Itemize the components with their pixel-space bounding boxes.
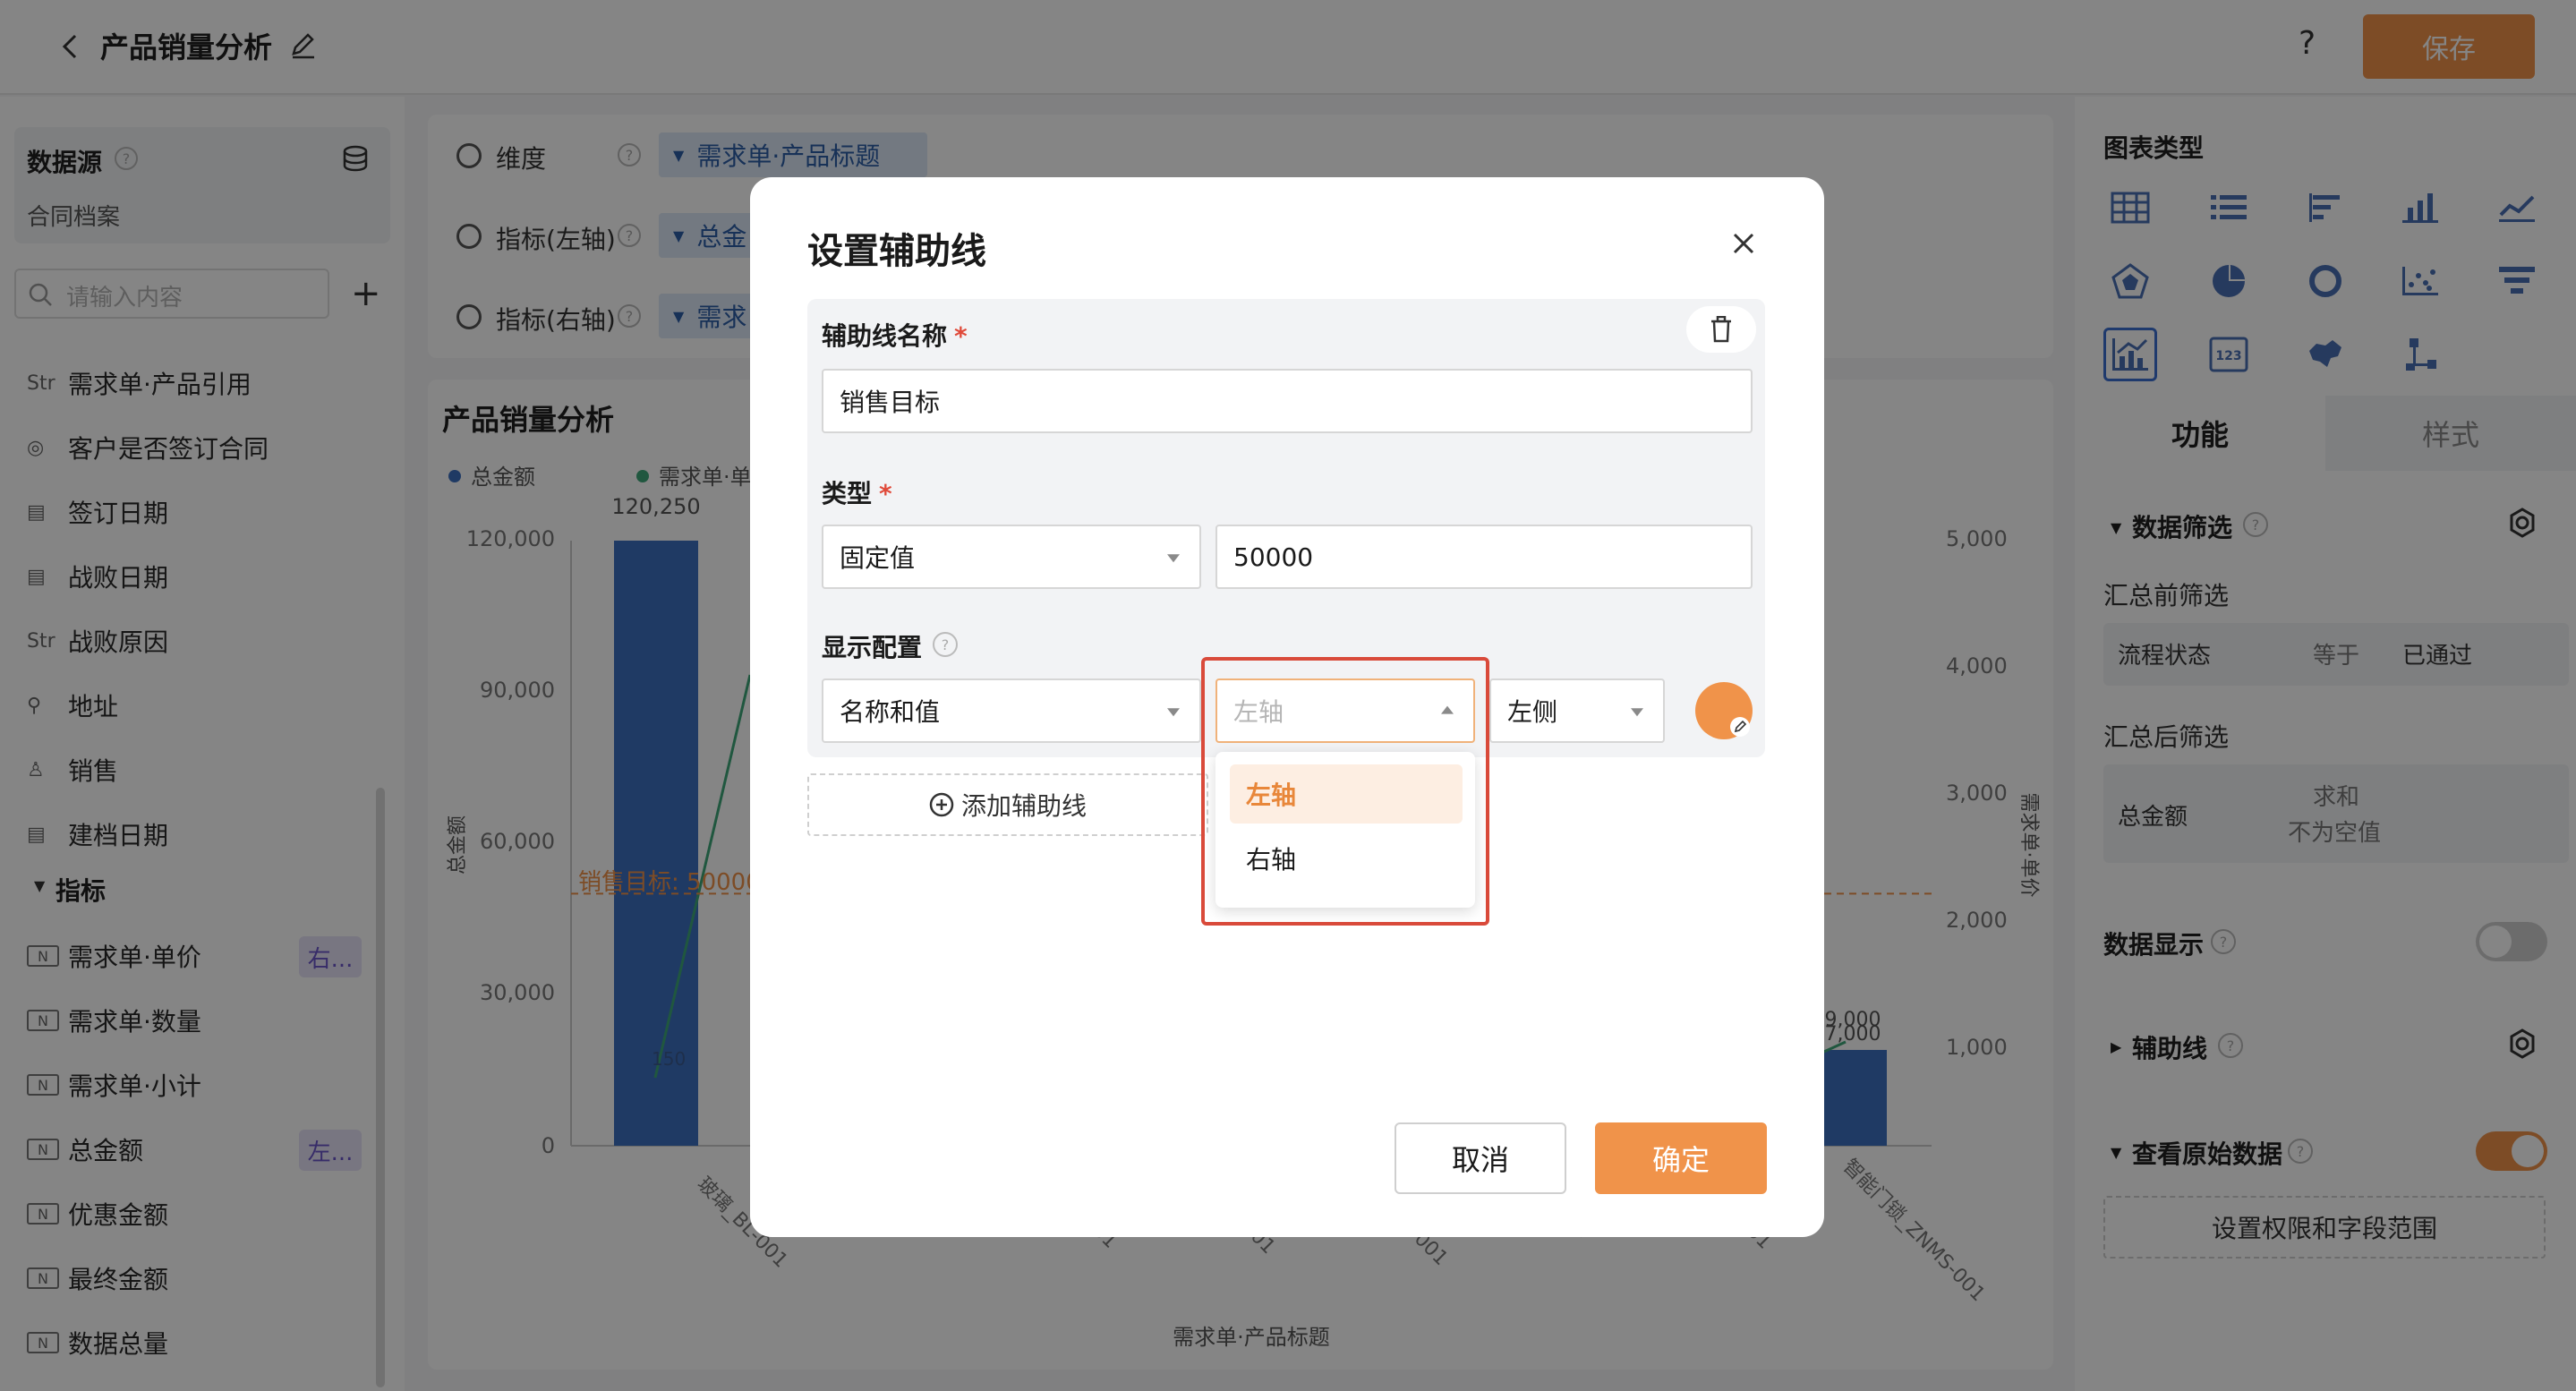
type-select[interactable]: 固定值	[822, 525, 1201, 589]
name-label-text: 辅助线名称	[822, 321, 948, 351]
required-mark: *	[954, 321, 968, 351]
cancel-button[interactable]: 取消	[1395, 1122, 1566, 1194]
name-label: 辅助线名称 *	[822, 317, 968, 353]
type-label: 类型 *	[822, 474, 892, 510]
display-select[interactable]: 名称和值	[822, 678, 1201, 743]
side-select-value: 左侧	[1507, 697, 1558, 727]
type-select-value: 固定值	[840, 543, 916, 573]
plus-circle-icon	[929, 792, 954, 817]
delete-button[interactable]	[1686, 306, 1756, 353]
confirm-button[interactable]: 确定	[1595, 1122, 1767, 1194]
trash-icon	[1711, 316, 1731, 343]
type-label-text: 类型	[822, 479, 873, 508]
pencil-icon	[1730, 717, 1750, 737]
chevron-down-icon	[1167, 708, 1180, 717]
display-select-value: 名称和值	[840, 697, 941, 727]
aux-name-input[interactable]: 销售目标	[822, 369, 1753, 433]
dialog-title: 设置辅助线	[807, 231, 986, 272]
side-select[interactable]: 左侧	[1489, 678, 1665, 743]
add-aux-line-label: 添加辅助线	[960, 791, 1087, 821]
chevron-down-icon	[1631, 708, 1643, 717]
fixed-value-input[interactable]: 50000	[1215, 525, 1753, 589]
close-icon[interactable]	[1726, 226, 1761, 261]
add-aux-line-button[interactable]: 添加辅助线	[807, 773, 1208, 836]
help-icon[interactable]: ?	[933, 632, 958, 657]
highlight-frame	[1201, 657, 1489, 926]
required-mark: *	[879, 479, 892, 508]
chevron-down-icon	[1167, 554, 1180, 563]
display-config-label: 显示配置	[822, 633, 923, 662]
color-picker-button[interactable]	[1695, 682, 1753, 739]
